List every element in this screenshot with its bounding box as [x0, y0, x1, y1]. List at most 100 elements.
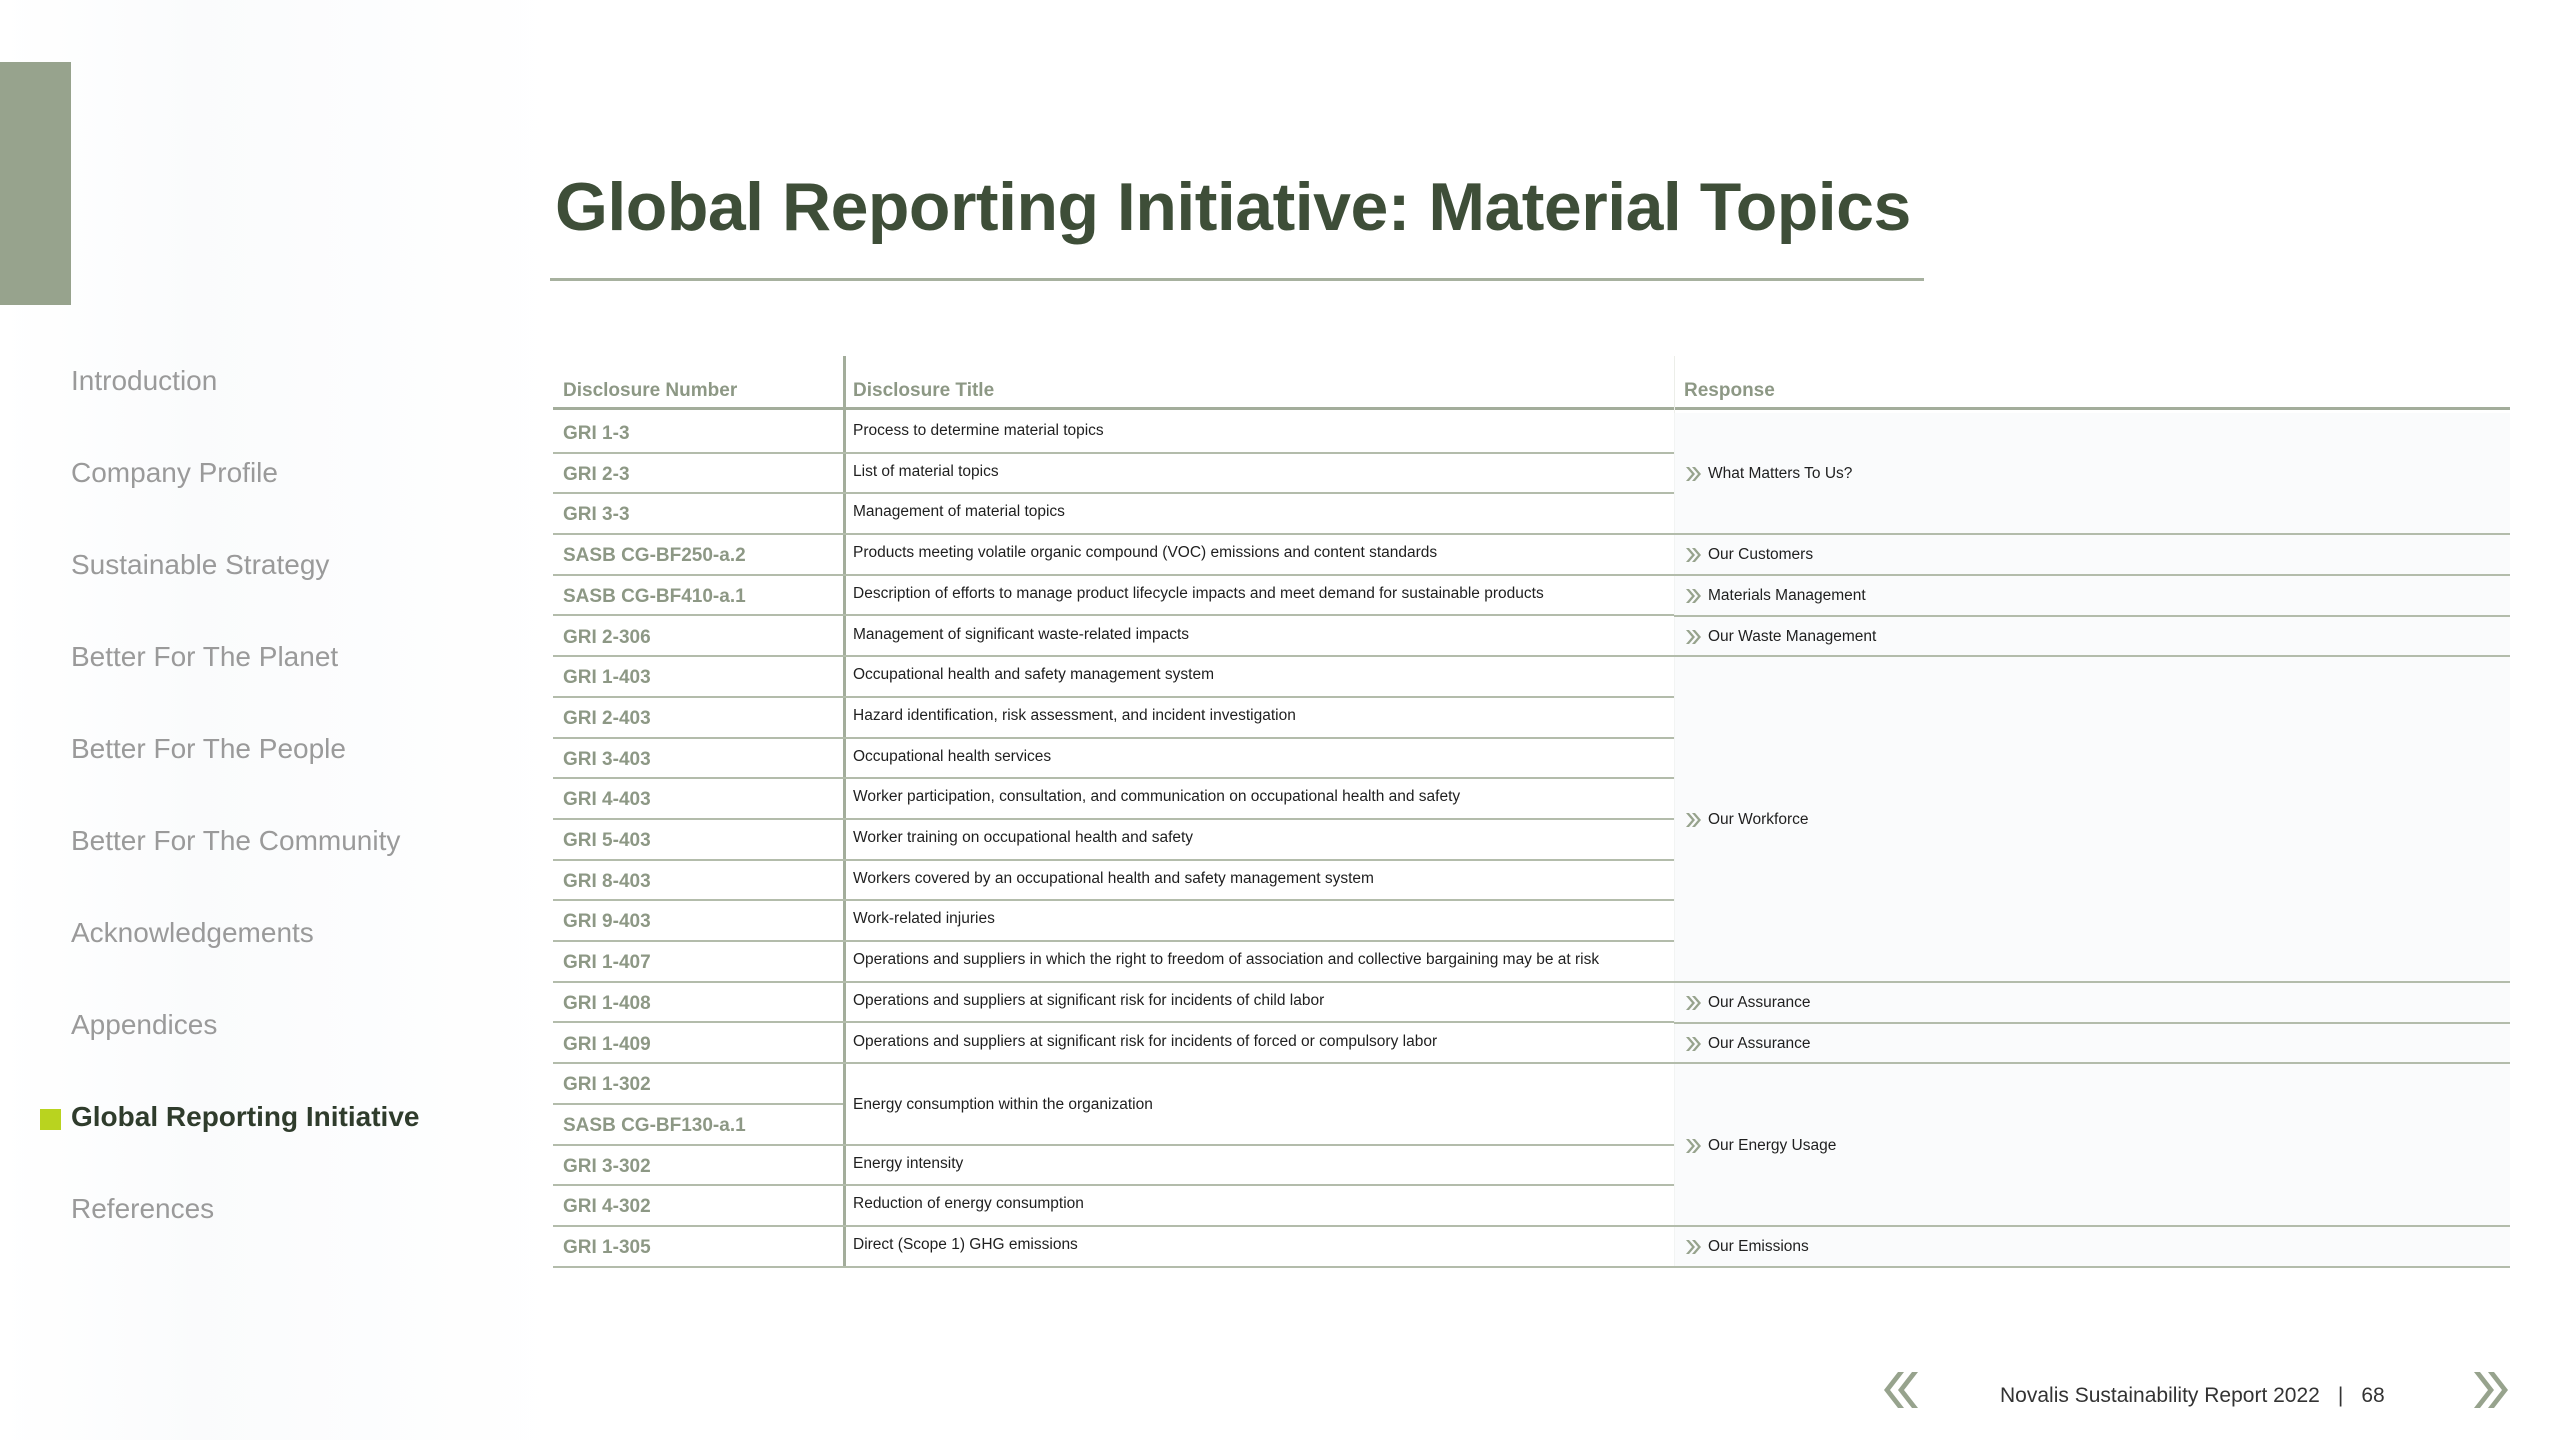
disclosure-title: Worker participation, consultation, and …	[853, 788, 1461, 806]
double-chevron-icon	[1684, 1239, 1704, 1255]
response-label: Our Assurance	[1708, 1034, 1811, 1052]
disclosure-number: GRI 1-302	[563, 1074, 651, 1096]
double-chevron-icon	[1684, 466, 1704, 482]
disclosure-title: Operations and suppliers at significant …	[853, 991, 1325, 1009]
next-page-icon[interactable]	[2470, 1368, 2514, 1412]
page-number: 68	[2361, 1384, 2385, 1407]
table-row: GRI 1-305 Direct (Scope 1) GHG emissions	[553, 1227, 1677, 1268]
disclosure-title: Hazard identification, risk assessment, …	[853, 706, 1296, 724]
disclosure-number: GRI 2-306	[563, 626, 651, 648]
disclosure-title: Management of significant waste-related …	[853, 625, 1189, 643]
disclosure-number: GRI 3-3	[563, 504, 630, 526]
disclosure-number: GRI 5-403	[563, 830, 651, 851]
disclosure-number: SASB CG-BF130-a.1	[563, 1114, 746, 1136]
footer-report-title: Novalis Sustainability Report 2022	[2000, 1384, 2320, 1407]
response-link[interactable]: Our Energy Usage	[1684, 1064, 1836, 1227]
disclosure-number: GRI 1-407	[563, 952, 651, 974]
disclosure-number: GRI 3-302	[563, 1155, 651, 1177]
header-disclosure-title: Disclosure Title	[853, 380, 995, 401]
nav-item-better-for-the-people[interactable]: Better For The People	[71, 733, 346, 765]
double-chevron-icon	[1684, 1036, 1704, 1052]
table-row: GRI 3-3 Management of material topics	[553, 494, 1677, 536]
nav-item-better-for-the-community[interactable]: Better For The Community	[71, 825, 400, 857]
response-link[interactable]: Our Assurance	[1684, 983, 1811, 1024]
disclosure-number: GRI 4-403	[563, 789, 651, 811]
disclosure-number: SASB CG-BF410-a.1	[563, 585, 746, 607]
row-divider	[553, 1265, 1674, 1268]
nav-item-appendices[interactable]: Appendices	[71, 1009, 217, 1041]
double-chevron-icon	[1684, 547, 1704, 563]
page-title: Global Reporting Initiative: Material To…	[555, 169, 1911, 245]
response-link[interactable]: Our Waste Management	[1684, 617, 1876, 658]
response-link[interactable]: Our Assurance	[1684, 1024, 1811, 1065]
response-label: Materials Management	[1708, 587, 1866, 605]
response-link[interactable]: Our Workforce	[1684, 657, 1809, 983]
disclosure-number: GRI 2-3	[563, 463, 630, 485]
disclosure-title: Description of efforts to manage product…	[853, 584, 1544, 602]
nav-item-global-reporting-initiative[interactable]: Global Reporting Initiative	[71, 1101, 419, 1133]
table-row: GRI 3-403 Occupational health services	[553, 739, 1677, 780]
double-chevron-icon	[1684, 995, 1704, 1011]
table-row: GRI 9-403 Work-related injuries	[553, 901, 1677, 943]
response-label: What Matters To Us?	[1708, 465, 1853, 483]
table-row: GRI 3-302 Energy intensity	[553, 1146, 1677, 1187]
footer-separator: |	[2337, 1384, 2344, 1407]
nav-item-references[interactable]: References	[71, 1193, 214, 1225]
disclosure-number: GRI 1-305	[563, 1237, 651, 1258]
table-row: GRI 1-409 Operations and suppliers at sig…	[553, 1024, 1677, 1065]
table-row: GRI 2-3 List of material topics	[553, 454, 1677, 495]
double-chevron-icon	[1684, 1138, 1704, 1154]
accent-block	[0, 62, 71, 305]
disclosure-title: Occupational health services	[853, 747, 1052, 765]
nav-item-better-for-the-planet[interactable]: Better For The Planet	[71, 641, 338, 673]
table-row: SASB CG-BF250-a.2 Products meeting volati…	[553, 535, 1677, 576]
response-link[interactable]: What Matters To Us?	[1684, 413, 1852, 535]
disclosure-number: GRI 2-403	[563, 707, 651, 729]
disclosure-title: Products meeting volatile organic compou…	[853, 544, 1438, 562]
footer-report-info: Novalis Sustainability Report 2022 | 68	[2000, 1384, 2385, 1408]
table-row: GRI 1-3 Process to determine material top…	[553, 413, 1677, 454]
disclosure-number: GRI 8-403	[563, 870, 651, 892]
table-header: Disclosure Number Disclosure Title Respo…	[553, 356, 2510, 410]
disclosure-title: Workers covered by an occupational healt…	[853, 869, 1374, 887]
disclosure-title: Operations and suppliers at significant …	[853, 1032, 1438, 1050]
double-chevron-icon	[1684, 588, 1704, 604]
title-divider	[550, 278, 1924, 281]
header-disclosure-number: Disclosure Number	[563, 380, 738, 401]
table-row: GRI 2-403 Hazard identification, risk ass…	[553, 698, 1677, 739]
table-row: SASB CG-BF410-a.1 Description of efforts …	[553, 576, 1677, 617]
header-response: Response	[1684, 380, 1775, 401]
table-row: GRI 2-306 Management of significant waste…	[553, 617, 1677, 658]
disclosure-number: GRI 4-302	[563, 1196, 651, 1218]
previous-page-icon[interactable]	[1878, 1368, 1922, 1412]
disclosure-number: GRI 1-3	[563, 423, 630, 444]
table-row: GRI 1-408 Operations and suppliers at sig…	[553, 983, 1677, 1024]
response-divider	[1674, 1265, 2510, 1268]
response-label: Our Emissions	[1708, 1238, 1809, 1256]
response-link[interactable]: Our Customers	[1684, 535, 1813, 576]
disclosure-title: Worker training on occupational health a…	[853, 829, 1194, 846]
disclosure-title: Reduction of energy consumption	[853, 1195, 1084, 1213]
response-link[interactable]: Our Emissions	[1684, 1227, 1809, 1268]
disclosure-title: Direct (Scope 1) GHG emissions	[853, 1236, 1078, 1253]
nav-item-company-profile[interactable]: Company Profile	[71, 457, 278, 489]
disclosure-title: Management of material topics	[853, 503, 1065, 521]
nav-item-introduction[interactable]: Introduction	[71, 365, 217, 397]
nav-item-acknowledgements[interactable]: Acknowledgements	[71, 917, 314, 949]
disclosure-number: SASB CG-BF250-a.2	[563, 545, 746, 567]
nav-item-sustainable-strategy[interactable]: Sustainable Strategy	[71, 549, 329, 581]
disclosure-number: GRI 1-403	[563, 667, 651, 689]
response-label: Our Waste Management	[1708, 627, 1877, 645]
disclosure-number: GRI 1-408	[563, 992, 651, 1014]
response-label: Our Workforce	[1708, 810, 1809, 828]
table-row: GRI 4-403 Worker participation, consultat…	[553, 779, 1677, 820]
response-link[interactable]: Materials Management	[1684, 576, 1866, 617]
double-chevron-icon	[1684, 812, 1704, 828]
disclosure-title: Occupational health and safety managemen…	[853, 666, 1215, 684]
response-label: Our Energy Usage	[1708, 1136, 1837, 1154]
active-section-marker	[40, 1109, 61, 1130]
disclosure-title: Energy intensity	[853, 1154, 964, 1172]
double-chevron-icon	[1684, 629, 1704, 645]
disclosure-number: GRI 9-403	[563, 911, 651, 933]
disclosure-number: GRI 1-409	[563, 1033, 651, 1055]
